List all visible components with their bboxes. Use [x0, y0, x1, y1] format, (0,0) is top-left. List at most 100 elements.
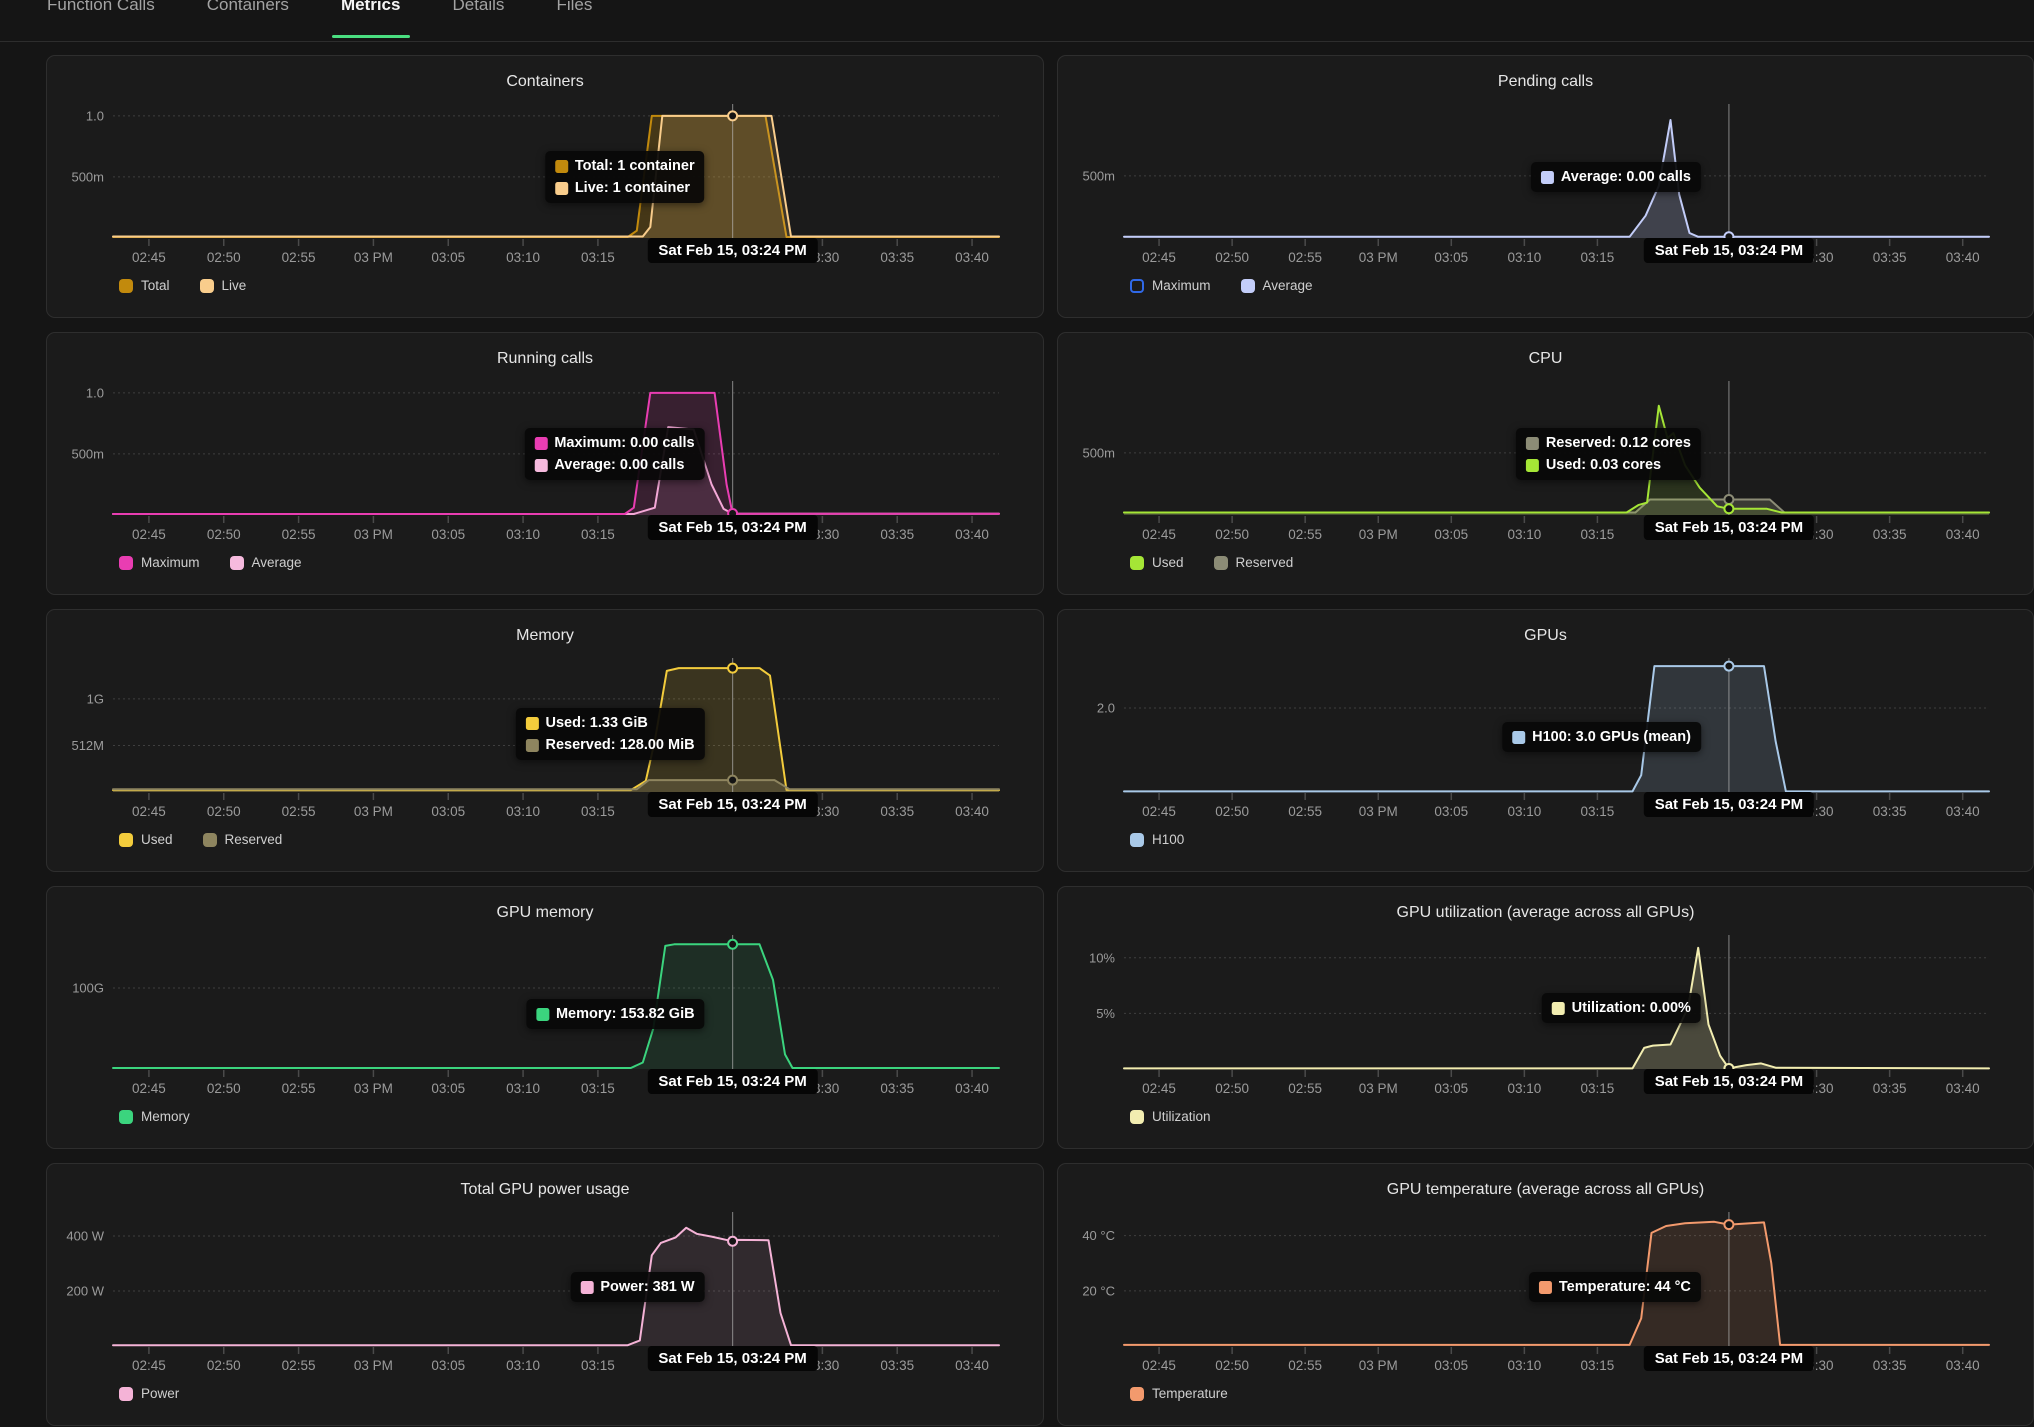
x-axis-label: 03:10	[1507, 527, 1541, 542]
crosshair-marker	[728, 111, 737, 120]
tooltip-value: Utilization: 0.00%	[1572, 1000, 1691, 1016]
crosshair-marker	[728, 664, 737, 673]
tab-label: Files	[556, 0, 592, 16]
x-axis-label: 03 PM	[1359, 1081, 1398, 1096]
tooltip-value: Reserved: 0.12 cores	[1546, 435, 1691, 451]
legend-item-total[interactable]: Total	[119, 278, 170, 293]
chart-plot-gpu-power[interactable]: 400 W200 W02:4502:5002:5503 PM03:0503:10…	[47, 1164, 1045, 1427]
tab-function-calls[interactable]: Function Calls	[47, 0, 155, 42]
y-axis-label: 400 W	[66, 1229, 104, 1244]
legend-item-average[interactable]: Average	[230, 555, 302, 570]
legend-swatch	[1241, 279, 1255, 293]
legend-item-reserved[interactable]: Reserved	[1214, 555, 1294, 570]
x-axis-label: 03 PM	[1359, 804, 1398, 819]
legend-label: Average	[252, 555, 302, 570]
x-axis-label: 03 PM	[1359, 527, 1398, 542]
crosshair-marker	[1724, 662, 1733, 671]
tab-details[interactable]: Details	[452, 0, 504, 42]
x-axis-label: 02:55	[1288, 250, 1322, 265]
x-axis-label: 03:15	[1581, 804, 1615, 819]
x-axis-label: 03:10	[1507, 250, 1541, 265]
x-axis-label: 02:45	[132, 804, 166, 819]
x-axis-label: 03:15	[581, 804, 615, 819]
chart-legend-memory: Used Reserved	[119, 832, 282, 847]
x-axis-label: 02:45	[1142, 250, 1176, 265]
x-axis-label: 02:50	[207, 527, 241, 542]
x-axis-label: 02:50	[1215, 804, 1249, 819]
tab-files[interactable]: Files	[556, 0, 592, 42]
legend-swatch	[1130, 1387, 1144, 1401]
legend-item-used[interactable]: Used	[119, 832, 173, 847]
x-axis-label: 03:40	[955, 804, 989, 819]
x-axis-label: 03:15	[1581, 1358, 1615, 1373]
legend-item-h100[interactable]: H100	[1130, 832, 1184, 847]
legend-label: Reserved	[1236, 555, 1294, 570]
x-axis-label: 03:10	[1507, 1081, 1541, 1096]
legend-label: H100	[1152, 832, 1184, 847]
legend-item-maximum[interactable]: Maximum	[119, 555, 200, 570]
x-axis-label: 03:05	[1434, 804, 1468, 819]
legend-item-utilization[interactable]: Utilization	[1130, 1109, 1211, 1124]
chart-tooltip-containers: Total: 1 containerLive: 1 container	[545, 151, 705, 203]
x-axis-label: 03:40	[955, 527, 989, 542]
x-axis-label: 03:10	[506, 804, 540, 819]
tooltip-value: Maximum: 0.00 calls	[554, 435, 694, 451]
x-axis-label: 03:35	[880, 804, 914, 819]
tooltip-series-swatch	[534, 437, 547, 450]
legend-item-average[interactable]: Average	[1241, 278, 1313, 293]
x-axis-label: 03:10	[506, 527, 540, 542]
tooltip-series-swatch	[1541, 171, 1554, 184]
legend-swatch	[1130, 1110, 1144, 1124]
x-axis-label: 02:55	[1288, 1081, 1322, 1096]
x-axis-label: 03 PM	[1359, 1358, 1398, 1373]
x-axis-label: 02:50	[207, 1081, 241, 1096]
tooltip-value: Memory: 153.82 GiB	[556, 1006, 695, 1022]
chart-legend-cpu: Used Reserved	[1130, 555, 1293, 570]
legend-item-power[interactable]: Power	[119, 1386, 179, 1401]
legend-item-maximum[interactable]: Maximum	[1130, 278, 1211, 293]
x-axis-label: 03:05	[1434, 527, 1468, 542]
legend-item-temperature[interactable]: Temperature	[1130, 1386, 1228, 1401]
legend-item-reserved[interactable]: Reserved	[203, 832, 283, 847]
y-axis-label: 200 W	[66, 1284, 104, 1299]
tooltip-date: Sat Feb 15, 03:24 PM	[647, 1069, 817, 1094]
tooltip-date: Sat Feb 15, 03:24 PM	[1644, 515, 1814, 540]
y-axis-label: 512M	[71, 738, 104, 753]
chart-card-gpus: GPUs2.002:4502:5002:5503 PM03:0503:1003:…	[1057, 609, 2034, 872]
tab-containers[interactable]: Containers	[207, 0, 289, 42]
legend-item-used[interactable]: Used	[1130, 555, 1184, 570]
x-axis-label: 02:50	[207, 804, 241, 819]
x-axis-label: 03:40	[955, 1358, 989, 1373]
x-axis-label: 03:35	[1873, 527, 1907, 542]
chart-tooltip-pending-calls: Average: 0.00 calls	[1531, 162, 1701, 192]
x-axis-label: 03:40	[955, 1081, 989, 1096]
x-axis-label: 02:45	[132, 1081, 166, 1096]
x-axis-label: 03:40	[1946, 250, 1980, 265]
x-axis-label: 03 PM	[354, 527, 393, 542]
legend-item-live[interactable]: Live	[200, 278, 247, 293]
chart-card-running-calls: Running calls1.0500m02:4502:5002:5503 PM…	[46, 332, 1044, 595]
y-axis-label: 500m	[71, 169, 104, 184]
chart-tooltip-gpu-utilization: Utilization: 0.00%	[1542, 993, 1701, 1023]
y-axis-label: 1G	[87, 691, 104, 706]
x-axis-label: 02:50	[1215, 527, 1249, 542]
x-axis-label: 02:45	[132, 527, 166, 542]
series-line-power	[113, 1228, 999, 1345]
chart-card-gpu-memory: GPU memory100G02:4502:5002:5503 PM03:050…	[46, 886, 1044, 1149]
x-axis-label: 03:35	[880, 1358, 914, 1373]
legend-label: Maximum	[1152, 278, 1211, 293]
legend-swatch	[200, 279, 214, 293]
x-axis-label: 02:50	[1215, 1358, 1249, 1373]
chart-tooltip-gpus: H100: 3.0 GPUs (mean)	[1502, 722, 1701, 752]
x-axis-label: 03:35	[880, 250, 914, 265]
tooltip-value: H100: 3.0 GPUs (mean)	[1532, 729, 1691, 745]
x-axis-label: 02:50	[1215, 250, 1249, 265]
crosshair-marker	[1724, 495, 1733, 504]
tooltip-value: Used: 0.03 cores	[1546, 457, 1661, 473]
chart-card-gpu-temperature: GPU temperature (average across all GPUs…	[1057, 1163, 2034, 1426]
legend-item-memory[interactable]: Memory	[119, 1109, 190, 1124]
x-axis-label: 03:05	[1434, 250, 1468, 265]
tooltip-date: Sat Feb 15, 03:24 PM	[1644, 792, 1814, 817]
active-tab-underline	[332, 35, 410, 38]
tab-metrics[interactable]: Metrics	[341, 0, 401, 42]
